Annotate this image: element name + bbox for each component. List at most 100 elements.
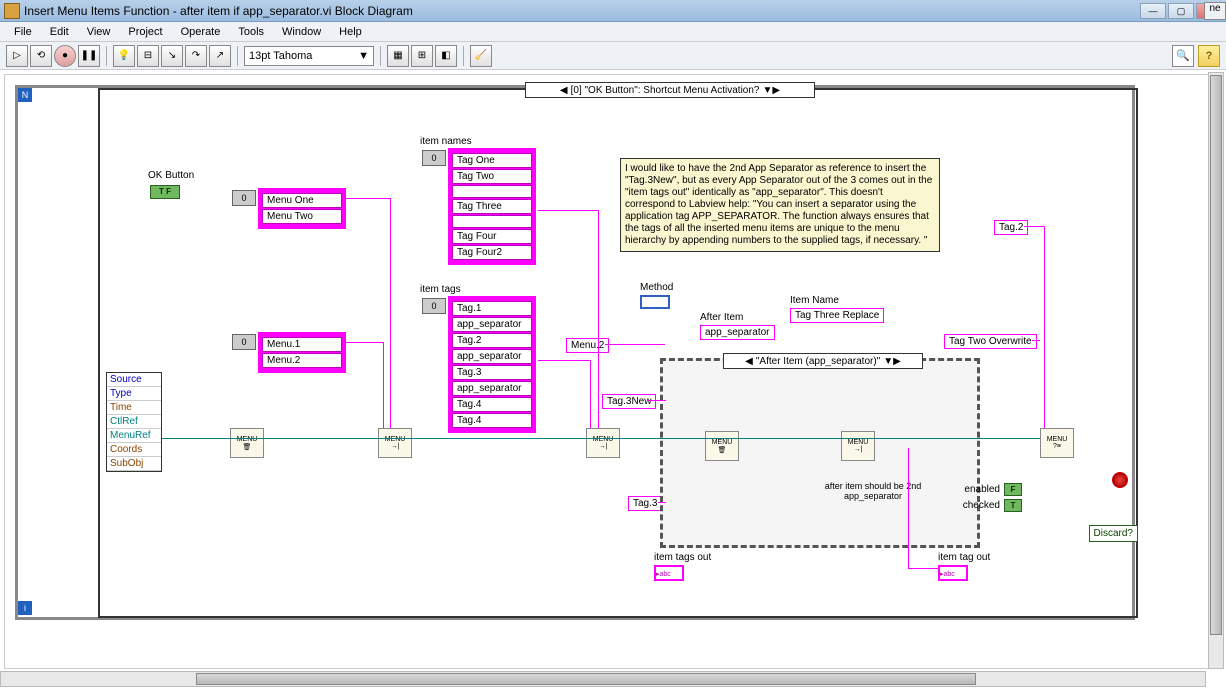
enabled-indicator[interactable]: F (1004, 483, 1022, 496)
menu-tools[interactable]: Tools (230, 24, 272, 40)
delete-menu-node[interactable]: MENU🗑 (230, 428, 264, 458)
prev-case-icon[interactable]: ◀ (557, 85, 571, 96)
array-cell[interactable] (452, 215, 532, 228)
abort-button[interactable]: ● (54, 45, 76, 67)
array-cell[interactable]: Tag Three (452, 199, 532, 214)
menu-file[interactable]: File (6, 24, 40, 40)
loop-i-terminal[interactable]: i (18, 601, 32, 615)
event-case-selector[interactable]: ◀ [0] "OK Button": Shortcut Menu Activat… (525, 82, 815, 98)
wire (345, 198, 390, 199)
while-loop[interactable]: N i ◀ [0] "OK Button": Shortcut Menu Act… (15, 85, 1135, 620)
item-tags-label: item tags (420, 284, 461, 295)
item-tags-out-indicator[interactable]: ▸abc (654, 565, 684, 581)
comment-note[interactable]: I would like to have the 2nd App Separat… (620, 158, 940, 252)
step-into-button[interactable]: ↘ (161, 45, 183, 67)
inner-case-selector[interactable]: ◀ "After Item (app_separator)" ▼▶ (723, 353, 923, 369)
distribute-button[interactable]: ⊞ (411, 45, 433, 67)
array-cell[interactable]: Tag.4 (452, 413, 532, 428)
tag2-constant[interactable]: Tag.2 (994, 220, 1028, 235)
step-over-button[interactable]: ↷ (185, 45, 207, 67)
array-cell[interactable]: Menu.2 (262, 353, 342, 368)
next-case-icon[interactable]: ▼▶ (880, 356, 904, 367)
menu-names-array[interactable]: Menu One Menu Two (258, 188, 346, 229)
ok-button-label: OK Button (148, 170, 194, 181)
highlight-button[interactable]: 💡 (113, 45, 135, 67)
checked-indicator[interactable]: T (1004, 499, 1022, 512)
menu-tags-array[interactable]: Menu.1 Menu.2 (258, 332, 346, 373)
discard-terminal[interactable]: Discard? (1089, 525, 1138, 542)
item-names-array[interactable]: Tag One Tag Two Tag Three Tag Four Tag F… (448, 148, 536, 265)
pause-button[interactable]: ❚❚ (78, 45, 100, 67)
menu-window[interactable]: Window (274, 24, 329, 40)
insert-menu-node-2[interactable]: MENU→| (586, 428, 620, 458)
cleanup-button[interactable]: 🧹 (470, 45, 492, 67)
case-label-text: [0] "OK Button": Shortcut Menu Activatio… (571, 85, 760, 96)
array-index[interactable] (232, 334, 256, 350)
array-cell[interactable]: Menu One (262, 193, 342, 208)
run-continuous-button[interactable]: ⟲ (30, 45, 52, 67)
insert-menu-node-inner[interactable]: MENU→| (841, 431, 875, 461)
after-item-constant[interactable]: app_separator (700, 325, 775, 340)
delete-menu-node-inner[interactable]: MENU🗑 (705, 431, 739, 461)
menu-info-node[interactable]: MENU?≡ (1040, 428, 1074, 458)
array-cell[interactable]: Menu Two (262, 209, 342, 224)
event-data-cluster[interactable]: Source Type Time CtlRef MenuRef Coords S… (106, 372, 162, 472)
menu2-constant[interactable]: Menu.2 (566, 338, 609, 353)
ok-button-terminal[interactable]: T F (150, 185, 180, 199)
array-cell[interactable]: Menu.1 (262, 337, 342, 352)
help-button[interactable]: ? (1198, 45, 1220, 67)
align-button[interactable]: ▦ (387, 45, 409, 67)
scrollbar-thumb[interactable] (1210, 75, 1222, 635)
run-button[interactable]: ▷ (6, 45, 28, 67)
reorder-button[interactable]: ◧ (435, 45, 457, 67)
event-structure[interactable]: ◀ [0] "OK Button": Shortcut Menu Activat… (98, 88, 1138, 618)
item-name-constant[interactable]: Tag Three Replace (790, 308, 884, 323)
scrollbar-thumb[interactable] (196, 673, 976, 685)
prev-case-icon[interactable]: ◀ (742, 356, 756, 367)
array-cell[interactable]: Tag Two (452, 169, 532, 184)
retain-wire-button[interactable]: ⊟ (137, 45, 159, 67)
search-button[interactable]: 🔍 (1172, 45, 1194, 67)
array-cell[interactable]: Tag.3 (452, 365, 532, 380)
item-tag-out-indicator[interactable]: ▸abc (938, 565, 968, 581)
menu-view[interactable]: View (79, 24, 119, 40)
font-selector[interactable]: 13pt Tahoma ▼ (244, 46, 374, 66)
array-cell[interactable]: Tag.2 (452, 333, 532, 348)
horizontal-scrollbar[interactable] (0, 671, 1206, 687)
inner-case-structure[interactable]: ◀ "After Item (app_separator)" ▼▶ MENU🗑 … (660, 358, 980, 548)
array-cell[interactable]: app_separator (452, 381, 532, 396)
diagram-canvas[interactable]: N i ◀ [0] "OK Button": Shortcut Menu Act… (4, 74, 1209, 669)
method-label: Method (640, 282, 673, 293)
step-out-button[interactable]: ↗ (209, 45, 231, 67)
maximize-button[interactable]: ▢ (1168, 3, 1194, 19)
item-tag-out-label: item tag out (938, 552, 990, 563)
menu-edit[interactable]: Edit (42, 24, 77, 40)
item-tags-array[interactable]: Tag.1 app_separator Tag.2 app_separator … (448, 296, 536, 433)
background-tab[interactable]: ne (1204, 2, 1226, 20)
wire (538, 210, 598, 211)
array-cell[interactable]: Tag Four (452, 229, 532, 244)
array-cell[interactable]: Tag One (452, 153, 532, 168)
array-cell[interactable] (452, 185, 532, 198)
array-cell[interactable]: app_separator (452, 349, 532, 364)
array-index[interactable] (422, 150, 446, 166)
tag3-constant[interactable]: Tag.3 (628, 496, 662, 511)
menu-help[interactable]: Help (331, 24, 370, 40)
loop-n-terminal[interactable]: N (18, 88, 32, 102)
tag-two-overwrite-constant[interactable]: Tag Two Overwrite (944, 334, 1037, 349)
vertical-scrollbar[interactable] (1208, 72, 1224, 669)
method-enum[interactable] (640, 295, 670, 309)
array-index[interactable] (232, 190, 256, 206)
next-case-icon[interactable]: ▼▶ (759, 85, 783, 96)
array-cell[interactable]: Tag Four2 (452, 245, 532, 260)
menu-project[interactable]: Project (120, 24, 170, 40)
menu-operate[interactable]: Operate (173, 24, 229, 40)
tag3new-constant[interactable]: Tag.3New (602, 394, 656, 409)
wire (538, 360, 590, 361)
insert-menu-node-1[interactable]: MENU→| (378, 428, 412, 458)
minimize-button[interactable]: — (1140, 3, 1166, 19)
array-cell[interactable]: Tag.1 (452, 301, 532, 316)
array-cell[interactable]: Tag.4 (452, 397, 532, 412)
array-index[interactable] (422, 298, 446, 314)
array-cell[interactable]: app_separator (452, 317, 532, 332)
